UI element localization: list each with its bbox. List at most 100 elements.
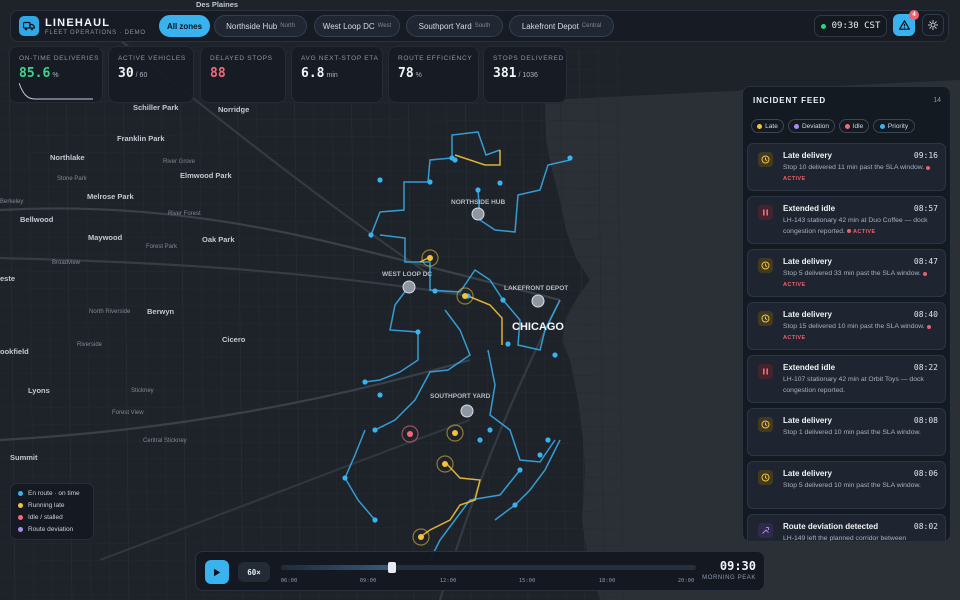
pause-icon [758, 364, 773, 379]
vehicle-running-late[interactable] [452, 430, 458, 436]
incident-title: Late delivery [783, 310, 832, 319]
clock-time: 09:30 [831, 21, 859, 31]
incident-title: Extended idle [783, 204, 836, 213]
place-label: Central Stickney [143, 438, 187, 444]
speed-button[interactable]: 60× [238, 562, 270, 582]
place-label: ookfield [0, 347, 29, 356]
vehicle-on-time[interactable] [567, 155, 573, 161]
vehicle-running-late[interactable] [418, 534, 424, 540]
incident-title: Late delivery [783, 469, 832, 478]
clock-icon [758, 311, 773, 326]
incident-card[interactable]: Late delivery 08:08 Stop 1 delivered 10 mi… [747, 408, 946, 456]
vehicle-on-time[interactable] [475, 187, 481, 193]
vehicle-on-time[interactable] [500, 297, 506, 303]
place-label: Northlake [50, 153, 85, 162]
vehicle-on-time[interactable] [427, 179, 433, 185]
zone-filter-south[interactable]: Southport Yard South [406, 15, 503, 37]
legend-dot [18, 527, 23, 532]
kpi-value: 78 [398, 66, 414, 81]
vehicle-on-time[interactable] [497, 180, 503, 186]
active-status-badge: ACTIVE [847, 229, 876, 235]
zone-label: Northside Hub [226, 21, 278, 31]
place-label: Stone Park [57, 176, 88, 182]
filter-label: Late [765, 122, 778, 130]
vehicle-on-time[interactable] [372, 517, 378, 523]
filter-chip-priority[interactable]: Priority [873, 119, 915, 133]
vehicle-on-time[interactable] [377, 392, 383, 398]
depot-label: WEST LOOP DC [382, 271, 432, 278]
vehicle-on-time[interactable] [505, 341, 511, 347]
zone-filter-west[interactable]: West Loop DC West [314, 15, 400, 37]
vehicle-on-time[interactable] [377, 177, 383, 183]
filter-chip-late[interactable]: Late [751, 119, 784, 133]
incident-card[interactable]: Late delivery 09:16 Stop 10 delivered 11 m… [747, 143, 946, 191]
incident-card[interactable]: Route deviation detected 08:02 LH-149 left… [747, 514, 946, 541]
zone-label: West Loop DC [322, 21, 375, 31]
place-label: Bellwood [20, 215, 54, 224]
vehicle-on-time[interactable] [432, 288, 438, 294]
incident-title: Late delivery [783, 257, 832, 266]
legend-dot [18, 491, 23, 496]
kpi-label: ACTIVE VEHICLES [118, 55, 186, 62]
zone-filter-central[interactable]: Lakefront Depot Central [509, 15, 614, 37]
kpi-label: AVG NEXT-STOP ETA [301, 55, 379, 62]
incident-card[interactable]: Extended idle 08:22 LH-107 stationary 42 m… [747, 355, 946, 403]
vehicle-running-late[interactable] [462, 293, 468, 299]
vehicle-on-time[interactable] [342, 475, 348, 481]
incident-count: 14 [933, 97, 941, 104]
vehicle-on-time[interactable] [545, 437, 551, 443]
incident-card[interactable]: Late delivery 08:40 Stop 15 delivered 10 m… [747, 302, 946, 350]
vehicle-on-time[interactable] [368, 232, 374, 238]
theme-toggle-button[interactable] [922, 14, 944, 36]
vehicle-on-time[interactable] [512, 502, 518, 508]
incident-card[interactable]: Extended idle 08:57 LH-143 stationary 42 m… [747, 196, 946, 244]
play-button[interactable] [205, 560, 229, 584]
vehicle-on-time[interactable] [517, 467, 523, 473]
place-label: Maywood [88, 233, 123, 242]
incident-time: 08:08 [913, 416, 938, 425]
timeline-slider[interactable] [281, 562, 696, 573]
legend-dot [18, 515, 23, 520]
vehicle-on-time[interactable] [477, 437, 483, 443]
route-icon [758, 523, 773, 538]
kpi-value-row: 30/ 60 [118, 66, 147, 81]
vehicle-idle[interactable] [407, 431, 413, 437]
kpi-card: ROUTE EFFICIENCY 78% [388, 46, 479, 103]
vehicle-on-time[interactable] [487, 427, 493, 433]
warning-icon [898, 20, 910, 30]
incident-card[interactable]: Late delivery 08:06 Stop 5 delivered 10 mi… [747, 461, 946, 509]
incident-card[interactable]: Late delivery 08:47 Stop 5 delivered 33 mi… [747, 249, 946, 297]
vehicle-running-late[interactable] [427, 255, 433, 261]
filter-label: Priority [887, 122, 909, 130]
kpi-label: DELAYED STOPS [210, 55, 273, 62]
playback-time: 09:30 [719, 559, 756, 573]
vehicle-on-time[interactable] [552, 352, 558, 358]
vehicle-on-time[interactable] [372, 427, 378, 433]
incident-text: LH-107 stationary 42 min at Orbit Toys —… [783, 376, 924, 394]
alerts-button[interactable]: 4 [893, 10, 919, 36]
timeline-progress-fill [281, 565, 393, 570]
filter-chip-idle[interactable]: Idle [839, 119, 869, 133]
timeline-scrubber-handle[interactable] [388, 562, 397, 573]
map-legend: En route · on time Running late Idle / sta… [10, 483, 94, 540]
zone-filter-all[interactable]: All zones [159, 15, 210, 37]
clock-timezone: CST [864, 21, 881, 31]
place-label: Berkeley [0, 199, 23, 205]
zone-filter-north[interactable]: Northside Hub North [214, 15, 307, 37]
kpi-card: STOPS DELIVERED 381/ 1036 [483, 46, 567, 103]
depot-label: SOUTHPORT YARD [430, 393, 491, 400]
place-label: este [0, 274, 15, 283]
place-label: Schiller Park [133, 103, 179, 112]
vehicle-on-time[interactable] [537, 452, 543, 458]
vehicle-on-time[interactable] [362, 379, 368, 385]
vehicle-on-time[interactable] [415, 329, 421, 335]
legend-label: Running late [28, 502, 65, 509]
app-root: Des Plaines Schiller Park Norridge Franklin… [0, 0, 960, 600]
kpi-card: ACTIVE VEHICLES 30/ 60 [108, 46, 194, 103]
vehicle-running-late[interactable] [442, 461, 448, 467]
clock: 09:30 CST [814, 15, 887, 37]
filter-chip-deviation[interactable]: Deviation [788, 119, 835, 133]
timeline-tick: 15:00 [518, 578, 536, 584]
vehicle-on-time[interactable] [452, 157, 458, 163]
timeline-tick: 20:00 [677, 578, 695, 584]
